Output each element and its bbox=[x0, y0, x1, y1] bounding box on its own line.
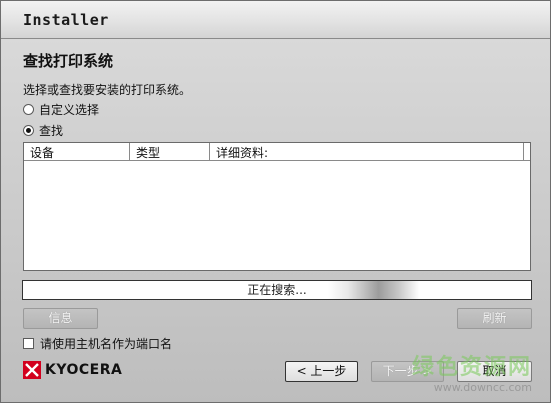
radio-custom-select[interactable]: 自定义选择 bbox=[23, 101, 99, 118]
instruction-text: 选择或查找要安装的打印系统。 bbox=[23, 83, 192, 97]
kyocera-logo-text: KYOCERA bbox=[45, 362, 123, 378]
kyocera-logo: KYOCERA bbox=[23, 361, 122, 379]
watermark-text: 绿色资源网 bbox=[411, 355, 532, 380]
radio-custom-select-label: 自定义选择 bbox=[39, 103, 100, 117]
radio-button-icon[interactable] bbox=[23, 104, 34, 115]
printer-list-table[interactable]: 设备 类型 详细资料: bbox=[23, 142, 531, 271]
installer-window: Installer 查找打印系统 选择或查找要安装的打印系统。 自定义选择 查找… bbox=[0, 0, 551, 403]
radio-button-selected-icon[interactable] bbox=[23, 125, 34, 136]
table-header: 设备 类型 详细资料: bbox=[24, 143, 530, 161]
back-button[interactable]: < 上一步 bbox=[285, 361, 358, 382]
radio-search-label: 查找 bbox=[39, 124, 64, 138]
watermark-url: www.downcc.com bbox=[433, 381, 532, 394]
search-progress-bar: 正在搜索... bbox=[22, 280, 532, 300]
column-header-filler bbox=[524, 143, 530, 160]
column-header-details[interactable]: 详细资料: bbox=[210, 143, 524, 160]
page-title: 查找打印系统 bbox=[23, 52, 114, 70]
refresh-button[interactable]: 刷新 bbox=[457, 308, 532, 329]
radio-search[interactable]: 查找 bbox=[23, 122, 63, 139]
column-header-device[interactable]: 设备 bbox=[24, 143, 130, 160]
window-titlebar: Installer bbox=[1, 1, 550, 39]
use-hostname-label: 请使用主机名作为端口名 bbox=[40, 337, 173, 351]
info-button[interactable]: 信息 bbox=[23, 308, 98, 329]
use-hostname-checkbox[interactable]: 请使用主机名作为端口名 bbox=[23, 335, 172, 352]
checkbox-icon[interactable] bbox=[23, 338, 34, 349]
watermark: 绿色资源网 www.downcc.com bbox=[412, 349, 532, 394]
column-header-type[interactable]: 类型 bbox=[130, 143, 210, 160]
kyocera-logo-mark-icon bbox=[23, 361, 41, 379]
